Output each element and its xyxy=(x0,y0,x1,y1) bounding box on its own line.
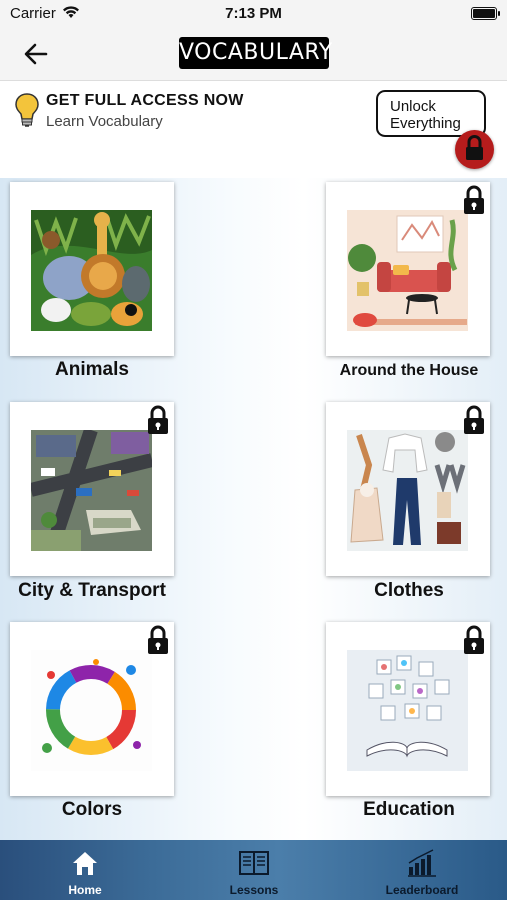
tab-leaderboard-label: Leaderboard xyxy=(385,883,459,897)
tab-lessons-label: Lessons xyxy=(229,883,279,897)
category-card-colors[interactable] xyxy=(10,622,174,796)
clock: 7:13 PM xyxy=(225,5,282,22)
tab-leaderboard[interactable]: Leaderboard xyxy=(352,840,492,900)
book-icon xyxy=(239,851,269,875)
red-lock-badge-icon xyxy=(455,130,494,169)
around-the-house-image xyxy=(347,210,468,331)
tab-lessons[interactable]: Lessons xyxy=(184,840,324,900)
lock-icon xyxy=(464,185,484,214)
category-card-city-transport[interactable] xyxy=(10,402,174,576)
status-bar: Carrier 7:13 PM xyxy=(0,0,507,28)
battery-icon xyxy=(471,7,500,20)
category-label-city-transport[interactable]: City & Transport xyxy=(0,580,192,602)
category-card-animals[interactable] xyxy=(10,182,174,356)
category-card-clothes[interactable] xyxy=(326,402,490,576)
category-label-animals[interactable]: Animals xyxy=(0,359,192,381)
category-label-clothes[interactable]: Clothes xyxy=(309,580,507,602)
page-title: VOCABULARY xyxy=(179,37,332,69)
category-grid: Animals Around the House City & Transpor… xyxy=(0,178,507,840)
clothes-image xyxy=(347,430,468,551)
category-label-around-the-house[interactable]: Around the House xyxy=(309,362,507,380)
tab-home-label: Home xyxy=(68,883,102,897)
nav-bar: VOCABULARY xyxy=(0,28,507,81)
category-label-colors[interactable]: Colors xyxy=(0,799,192,821)
tab-bar: Home Lessons Leaderboard xyxy=(0,840,507,900)
tab-home[interactable]: Home xyxy=(15,840,155,900)
lock-icon xyxy=(148,625,168,654)
category-card-around-the-house[interactable] xyxy=(326,182,490,356)
home-icon xyxy=(73,852,97,875)
lightbulb-icon xyxy=(15,93,39,127)
promo-subtitle: Learn Vocabulary xyxy=(46,113,163,130)
category-label-education[interactable]: Education xyxy=(309,799,507,821)
lock-icon xyxy=(464,405,484,434)
education-image xyxy=(347,650,468,771)
colors-image xyxy=(31,650,152,771)
animals-image xyxy=(31,210,152,331)
city-transport-image xyxy=(31,430,152,551)
promo-banner: GET FULL ACCESS NOW Learn Vocabulary Unl… xyxy=(0,81,507,178)
category-card-education[interactable] xyxy=(326,622,490,796)
lock-icon xyxy=(464,625,484,654)
back-arrow-icon[interactable] xyxy=(22,40,50,68)
bar-chart-icon xyxy=(408,849,436,877)
lock-icon xyxy=(148,405,168,434)
unlock-label-line1: Unlock xyxy=(390,98,436,115)
promo-title: GET FULL ACCESS NOW xyxy=(46,92,244,109)
